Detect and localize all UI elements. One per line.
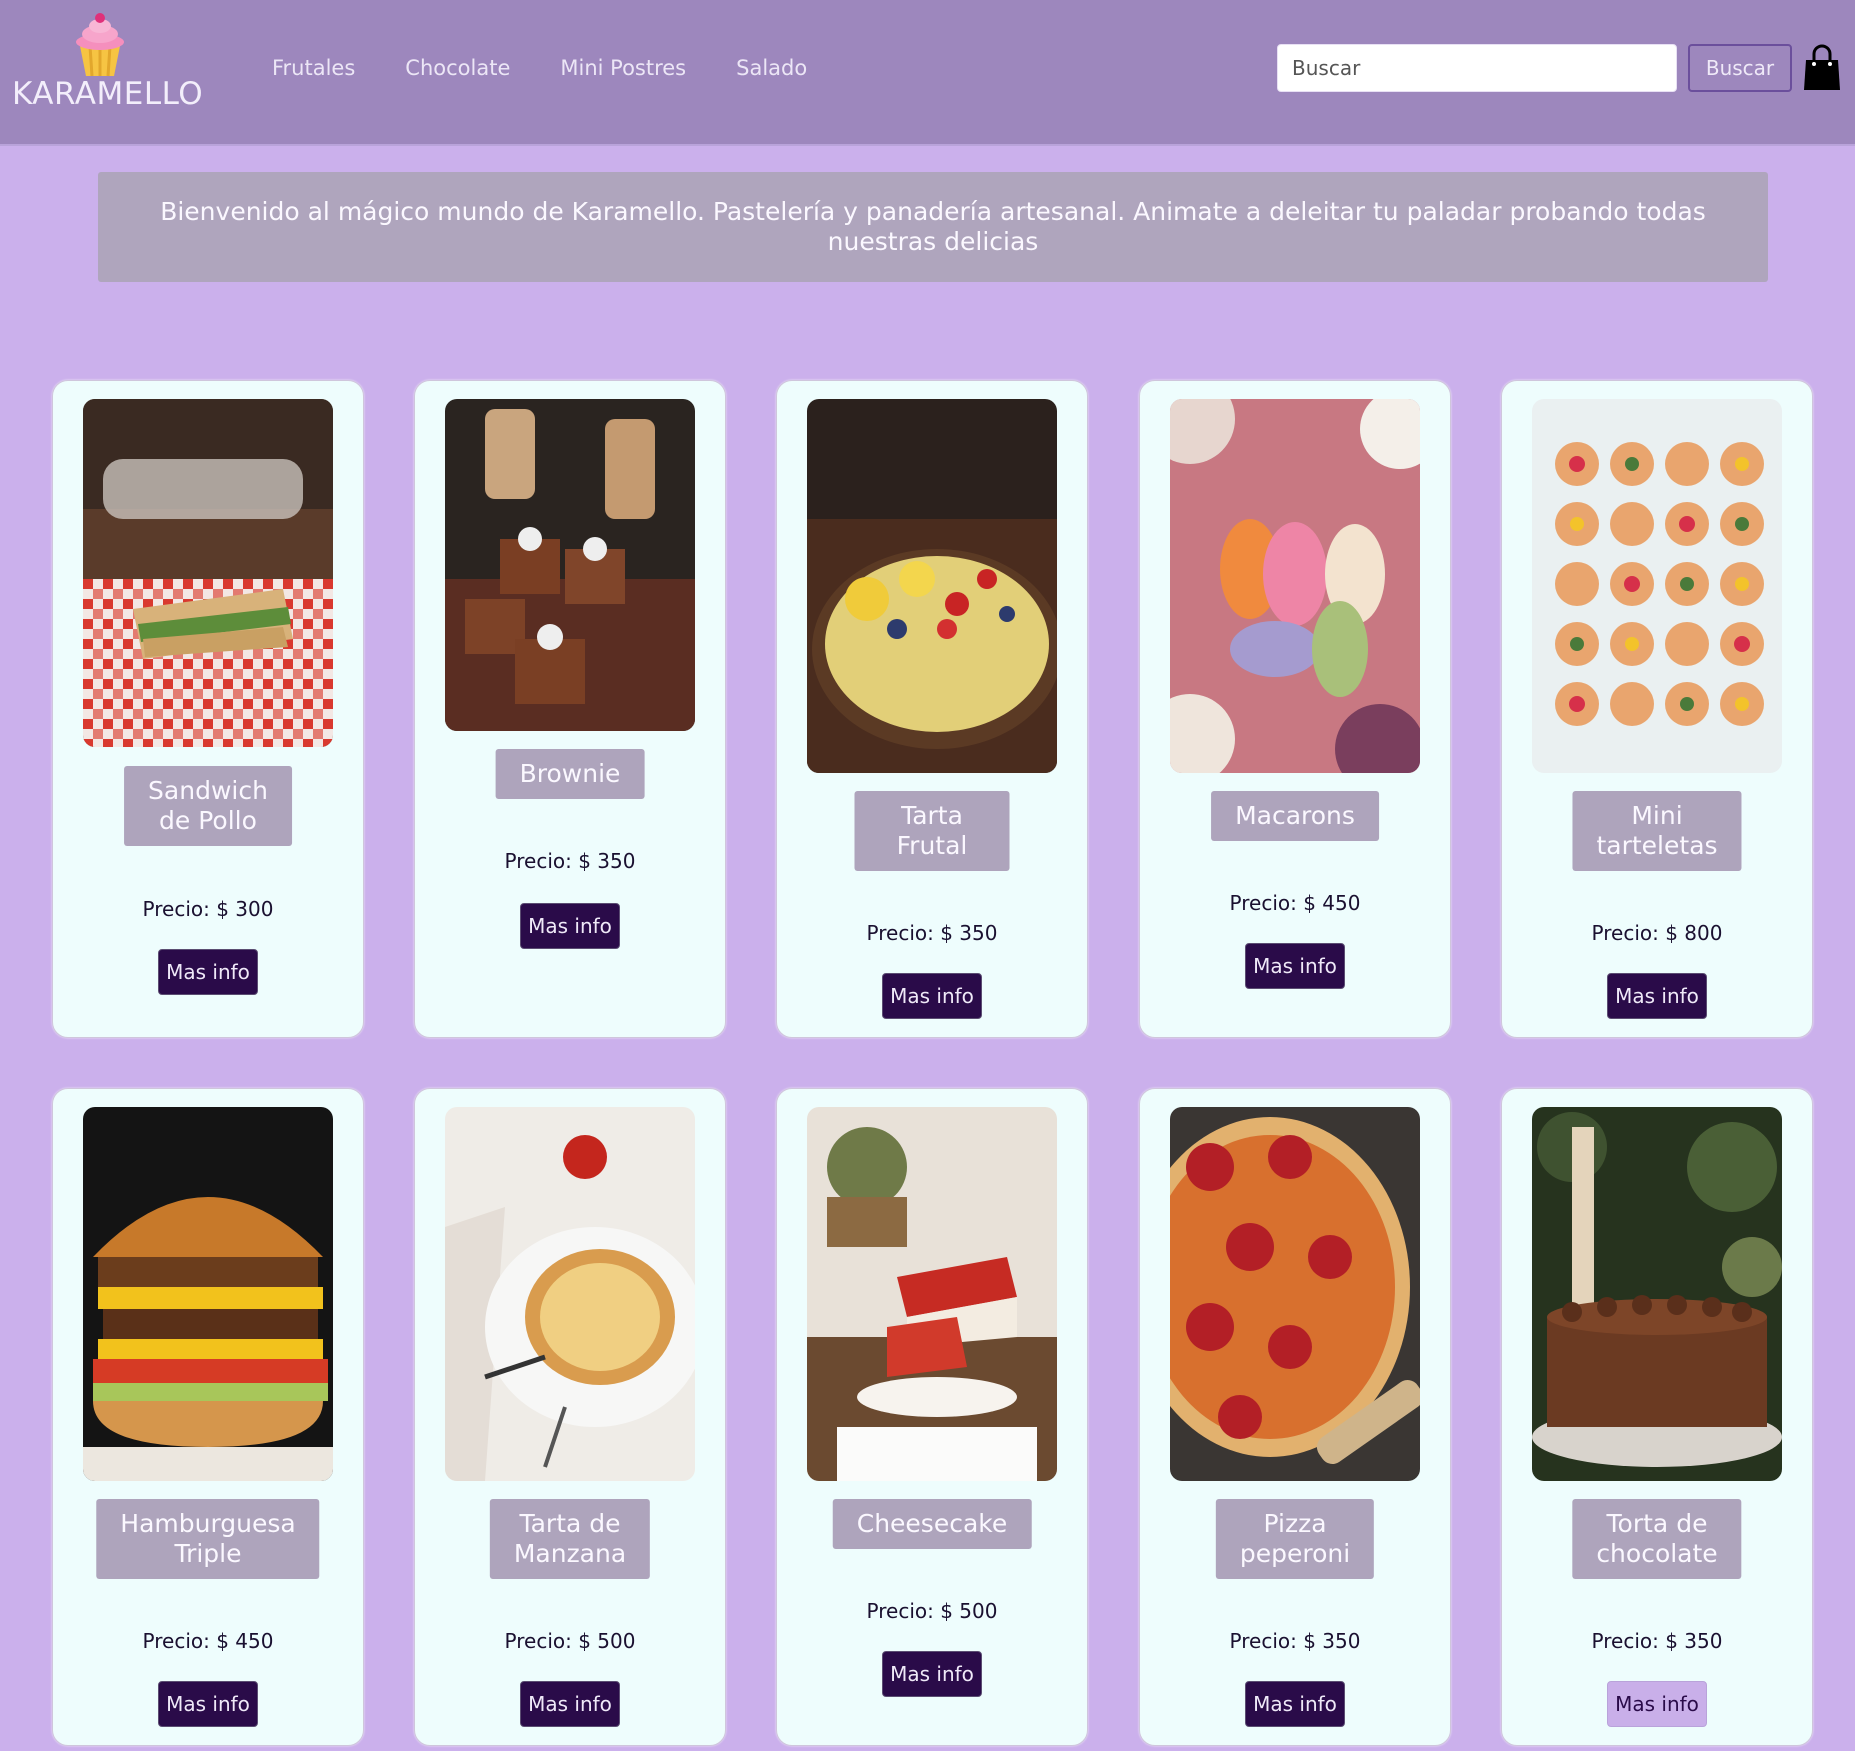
brand-name: KARAMELLO — [12, 76, 204, 112]
product-name: Mini tarteletas — [1572, 791, 1742, 871]
more-info-button[interactable]: Mas info — [1607, 1681, 1707, 1727]
product-image-torta-chocolate — [1532, 1107, 1782, 1481]
product-card: Pizza peperoni Precio: $ 350 Mas info — [1139, 1088, 1451, 1746]
product-price: Precio: $ 300 — [142, 897, 274, 921]
shopping-bag-icon[interactable] — [1802, 44, 1842, 92]
product-name: Macarons — [1211, 791, 1379, 841]
product-price: Precio: $ 350 — [1229, 1629, 1361, 1653]
product-card: Tarta de Manzana Precio: $ 500 Mas info — [414, 1088, 726, 1746]
product-price: Precio: $ 500 — [866, 1599, 998, 1623]
more-info-button[interactable]: Mas info — [882, 973, 982, 1019]
product-name: Hamburguesa Triple — [96, 1499, 320, 1579]
product-card: Hamburguesa Triple Precio: $ 450 Mas inf… — [52, 1088, 364, 1746]
more-info-button[interactable]: Mas info — [882, 1651, 982, 1697]
product-image-pizza — [1170, 1107, 1420, 1481]
product-price: Precio: $ 450 — [1229, 891, 1361, 915]
product-price: Precio: $ 350 — [866, 921, 998, 945]
product-image-brownie — [445, 399, 695, 731]
product-card: Torta de chocolate Precio: $ 350 Mas inf… — [1501, 1088, 1813, 1746]
product-image-mini-tarteletas — [1532, 399, 1782, 773]
product-name: Torta de chocolate — [1572, 1499, 1742, 1579]
product-price: Precio: $ 450 — [142, 1629, 274, 1653]
nav-item-salado[interactable]: Salado — [736, 50, 807, 90]
product-image-sandwich — [83, 399, 333, 747]
header: KARAMELLO Frutales Chocolate Mini Postre… — [0, 0, 1855, 146]
product-image-hamburguesa — [83, 1107, 333, 1481]
product-name: Pizza peperoni — [1215, 1499, 1375, 1579]
more-info-button[interactable]: Mas info — [520, 1681, 620, 1727]
product-card: Brownie Precio: $ 350 Mas info — [414, 380, 726, 1038]
product-card: Sandwich de Pollo Precio: $ 300 Mas info — [52, 380, 364, 1038]
product-name: Sandwich de Pollo — [124, 766, 292, 846]
product-image-tarta-manzana — [445, 1107, 695, 1481]
product-card: Macarons Precio: $ 450 Mas info — [1139, 380, 1451, 1038]
more-info-button[interactable]: Mas info — [158, 1681, 258, 1727]
welcome-banner: Bienvenido al mágico mundo de Karamello.… — [98, 172, 1768, 282]
product-price: Precio: $ 800 — [1591, 921, 1723, 945]
more-info-button[interactable]: Mas info — [1245, 1681, 1345, 1727]
product-card: Tarta Frutal Precio: $ 350 Mas info — [776, 380, 1088, 1038]
product-name: Cheesecake — [832, 1499, 1032, 1549]
more-info-button[interactable]: Mas info — [158, 949, 258, 995]
product-card: Cheesecake Precio: $ 500 Mas info — [776, 1088, 1088, 1746]
nav-item-frutales[interactable]: Frutales — [272, 50, 355, 90]
product-name: Tarta Frutal — [854, 791, 1010, 871]
welcome-text: Bienvenido al mágico mundo de Karamello.… — [160, 197, 1706, 256]
cupcake-icon — [76, 13, 124, 77]
product-image-tarta-frutal — [807, 399, 1057, 773]
product-name: Tarta de Manzana — [489, 1499, 651, 1579]
product-price: Precio: $ 500 — [504, 1629, 636, 1653]
search-input[interactable] — [1277, 44, 1677, 92]
logo[interactable]: KARAMELLO — [12, 12, 204, 122]
nav-item-chocolate[interactable]: Chocolate — [405, 50, 510, 90]
more-info-button[interactable]: Mas info — [1607, 973, 1707, 1019]
product-price: Precio: $ 350 — [504, 849, 636, 873]
search-button[interactable]: Buscar — [1688, 44, 1792, 92]
product-price: Precio: $ 350 — [1591, 1629, 1723, 1653]
main-nav: Frutales Chocolate Mini Postres Salado — [272, 50, 857, 90]
nav-item-mini-postres[interactable]: Mini Postres — [560, 50, 686, 90]
product-card: Mini tarteletas Precio: $ 800 Mas info — [1501, 380, 1813, 1038]
more-info-button[interactable]: Mas info — [520, 903, 620, 949]
product-image-cheesecake — [807, 1107, 1057, 1481]
product-image-macarons — [1170, 399, 1420, 773]
more-info-button[interactable]: Mas info — [1245, 943, 1345, 989]
product-name: Brownie — [495, 749, 645, 799]
